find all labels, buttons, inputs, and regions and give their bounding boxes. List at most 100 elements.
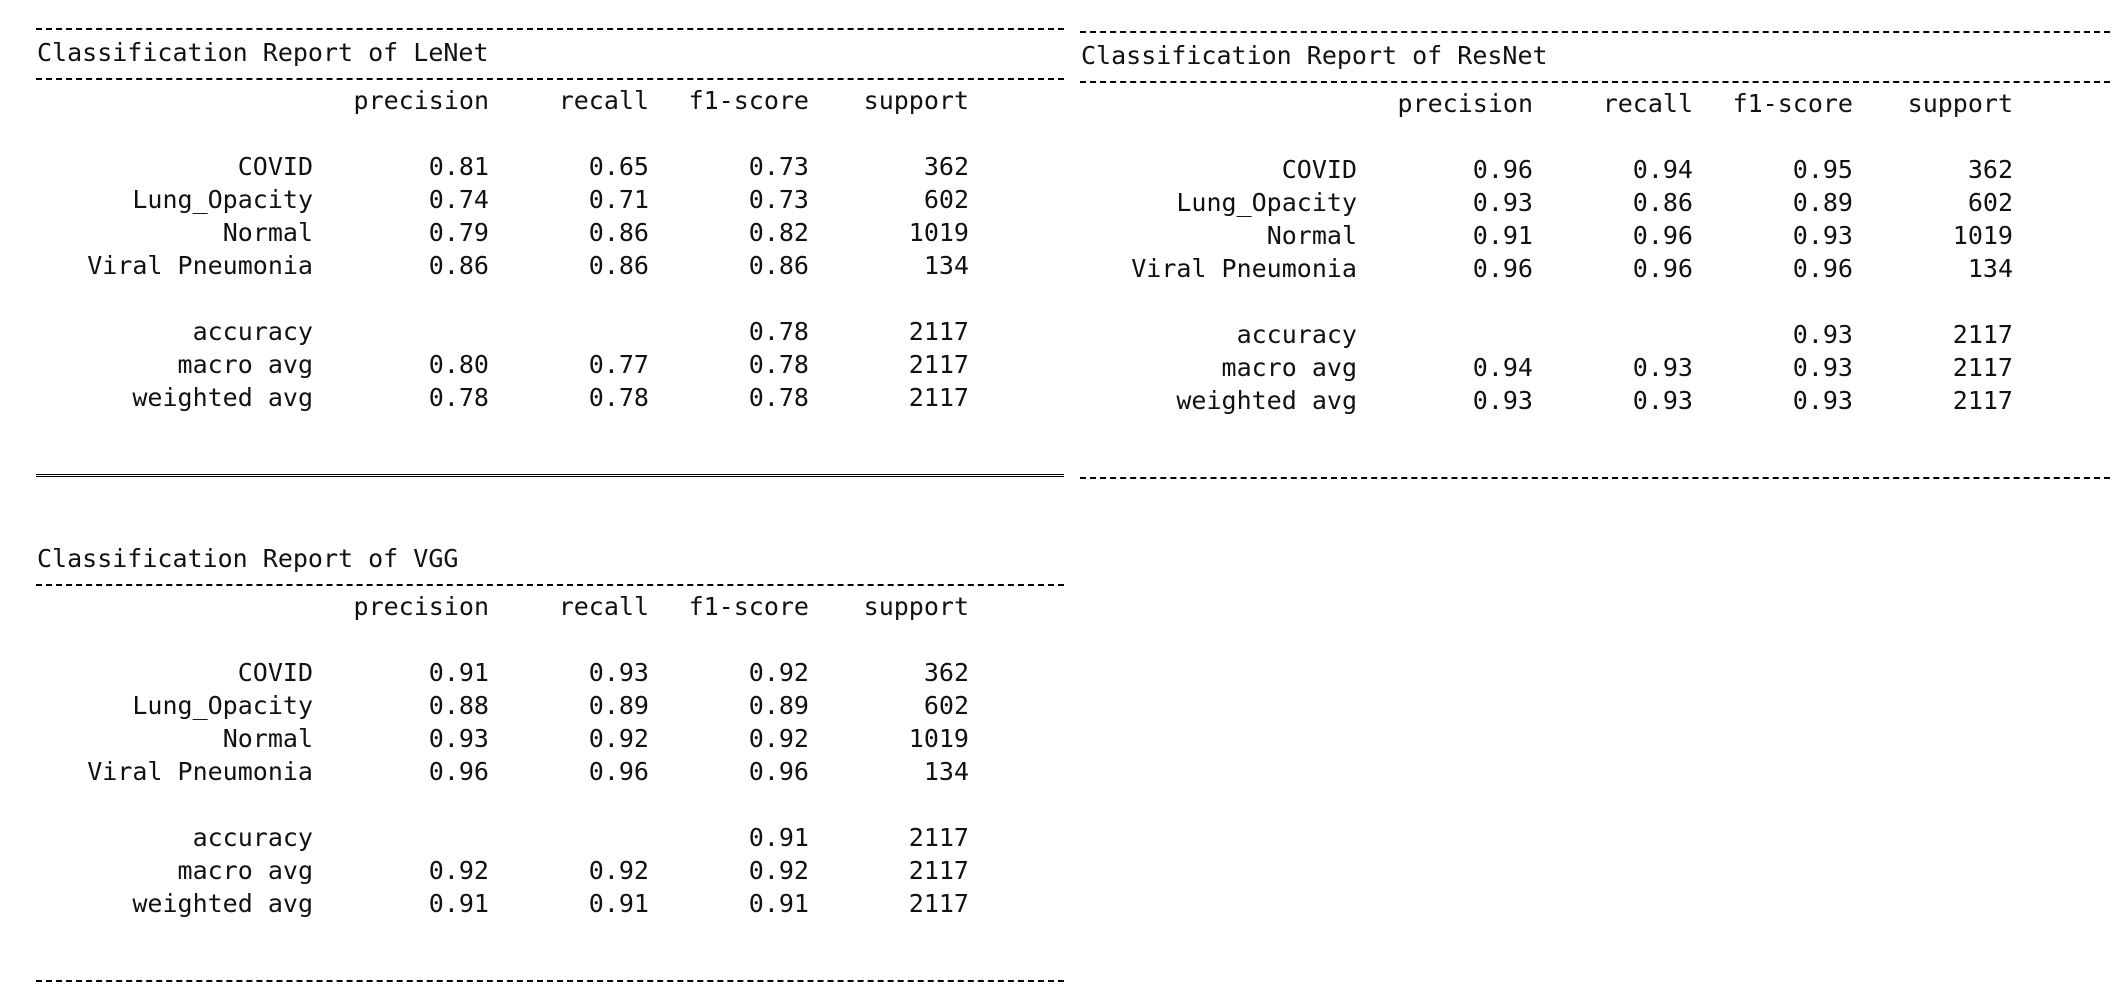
recall-value: 0.96 — [1632, 254, 1693, 283]
support-value: 2117 — [908, 350, 969, 379]
support-value: 2117 — [908, 383, 969, 412]
summary-row: weighted avg 0.91 0.91 0.91 2117 — [36, 887, 969, 920]
support-value: 2117 — [908, 889, 969, 918]
recall-value: 0.91 — [588, 889, 649, 918]
summary-row: weighted avg 0.93 0.93 0.93 2117 — [1080, 384, 2013, 417]
recall-value: 0.96 — [588, 757, 649, 786]
precision-value: 0.80 — [428, 350, 489, 379]
summary-row: accuracy 0.78 2117 — [36, 315, 969, 348]
col-support: support — [1907, 89, 2013, 118]
precision-value: 0.86 — [428, 251, 489, 280]
table-row: COVID 0.96 0.94 0.95 362 — [1080, 153, 2013, 186]
table-header-row: precision recall f1-score support — [36, 84, 969, 117]
precision-value: 0.79 — [428, 218, 489, 247]
summary-label: accuracy — [192, 823, 313, 852]
double-divider — [36, 474, 1064, 480]
table-header-row: precision recall f1-score support — [36, 590, 969, 623]
report-title: Classification Report of LeNet — [37, 38, 489, 67]
col-recall: recall — [558, 592, 649, 621]
divider — [1080, 81, 2110, 83]
divider — [36, 78, 1064, 80]
f1-score-value: 0.82 — [748, 218, 809, 247]
recall-value: 0.71 — [588, 185, 649, 214]
table-header-row: precision recall f1-score support — [1080, 87, 2013, 120]
support-value: 2117 — [1952, 320, 2013, 349]
f1-score-value: 0.73 — [748, 152, 809, 181]
col-precision: precision — [353, 592, 489, 621]
class-label: Lung_Opacity — [132, 691, 313, 720]
class-label: COVID — [237, 152, 313, 181]
f1-score-value: 0.92 — [748, 856, 809, 885]
summary-label: accuracy — [1236, 320, 1357, 349]
recall-value: 0.89 — [588, 691, 649, 720]
class-label: Normal — [1266, 221, 1357, 250]
support-value: 2117 — [908, 317, 969, 346]
f1-score-value: 0.95 — [1792, 155, 1853, 184]
precision-value: 0.78 — [428, 383, 489, 412]
table-row: Lung_Opacity 0.93 0.86 0.89 602 — [1080, 186, 2013, 219]
support-value: 602 — [923, 691, 969, 720]
report-title: Classification Report of VGG — [37, 544, 459, 573]
f1-score-value: 0.92 — [748, 724, 809, 753]
support-value: 134 — [923, 251, 969, 280]
precision-value: 0.96 — [428, 757, 489, 786]
support-value: 2117 — [1952, 353, 2013, 382]
col-f1-score: f1-score — [688, 86, 809, 115]
summary-label: accuracy — [192, 317, 313, 346]
recall-value: 0.86 — [1632, 188, 1693, 217]
support-value: 1019 — [1952, 221, 2013, 250]
metrics-table: precision recall f1-score support COVID … — [36, 590, 969, 920]
support-value: 2117 — [908, 856, 969, 885]
class-label: Viral Pneumonia — [1131, 254, 1357, 283]
table-row: COVID 0.91 0.93 0.92 362 — [36, 656, 969, 689]
f1-score-value: 0.78 — [748, 317, 809, 346]
class-label: Lung_Opacity — [132, 185, 313, 214]
recall-value: 0.94 — [1632, 155, 1693, 184]
precision-value: 0.93 — [428, 724, 489, 753]
f1-score-value: 0.93 — [1792, 353, 1853, 382]
support-value: 2117 — [908, 823, 969, 852]
recall-value — [1533, 318, 1693, 351]
table-row: Normal 0.79 0.86 0.82 1019 — [36, 216, 969, 249]
summary-row: accuracy 0.93 2117 — [1080, 318, 2013, 351]
precision-value: 0.91 — [1472, 221, 1533, 250]
summary-row: macro avg 0.80 0.77 0.78 2117 — [36, 348, 969, 381]
class-label: Normal — [222, 218, 313, 247]
table-row: Viral Pneumonia 0.96 0.96 0.96 134 — [1080, 252, 2013, 285]
support-value: 362 — [923, 658, 969, 687]
col-f1-score: f1-score — [688, 592, 809, 621]
table-row: Viral Pneumonia 0.96 0.96 0.96 134 — [36, 755, 969, 788]
class-label: COVID — [1281, 155, 1357, 184]
support-value: 362 — [1967, 155, 2013, 184]
recall-value: 0.93 — [1632, 386, 1693, 415]
summary-label: weighted avg — [132, 889, 313, 918]
f1-score-value: 0.92 — [748, 658, 809, 687]
recall-value: 0.93 — [588, 658, 649, 687]
f1-score-value: 0.78 — [748, 350, 809, 379]
precision-value: 0.88 — [428, 691, 489, 720]
table-row: COVID 0.81 0.65 0.73 362 — [36, 150, 969, 183]
f1-score-value: 0.96 — [1792, 254, 1853, 283]
precision-value — [313, 821, 489, 854]
col-recall: recall — [558, 86, 649, 115]
f1-score-value: 0.93 — [1792, 221, 1853, 250]
summary-row: macro avg 0.94 0.93 0.93 2117 — [1080, 351, 2013, 384]
report-vgg: Classification Report of VGG precision r… — [36, 536, 1064, 982]
summary-label: weighted avg — [1176, 386, 1357, 415]
table-row: Normal 0.91 0.96 0.93 1019 — [1080, 219, 2013, 252]
precision-value: 0.96 — [1472, 155, 1533, 184]
support-value: 134 — [923, 757, 969, 786]
recall-value: 0.86 — [588, 218, 649, 247]
support-value: 602 — [1967, 188, 2013, 217]
f1-score-value: 0.93 — [1792, 320, 1853, 349]
support-value: 2117 — [1952, 386, 2013, 415]
table-row: Lung_Opacity 0.88 0.89 0.89 602 — [36, 689, 969, 722]
table-row: Lung_Opacity 0.74 0.71 0.73 602 — [36, 183, 969, 216]
recall-value: 0.86 — [588, 251, 649, 280]
summary-label: weighted avg — [132, 383, 313, 412]
divider — [36, 584, 1064, 586]
precision-value: 0.81 — [428, 152, 489, 181]
table-row: Viral Pneumonia 0.86 0.86 0.86 134 — [36, 249, 969, 282]
precision-value: 0.93 — [1472, 386, 1533, 415]
f1-score-value: 0.93 — [1792, 386, 1853, 415]
